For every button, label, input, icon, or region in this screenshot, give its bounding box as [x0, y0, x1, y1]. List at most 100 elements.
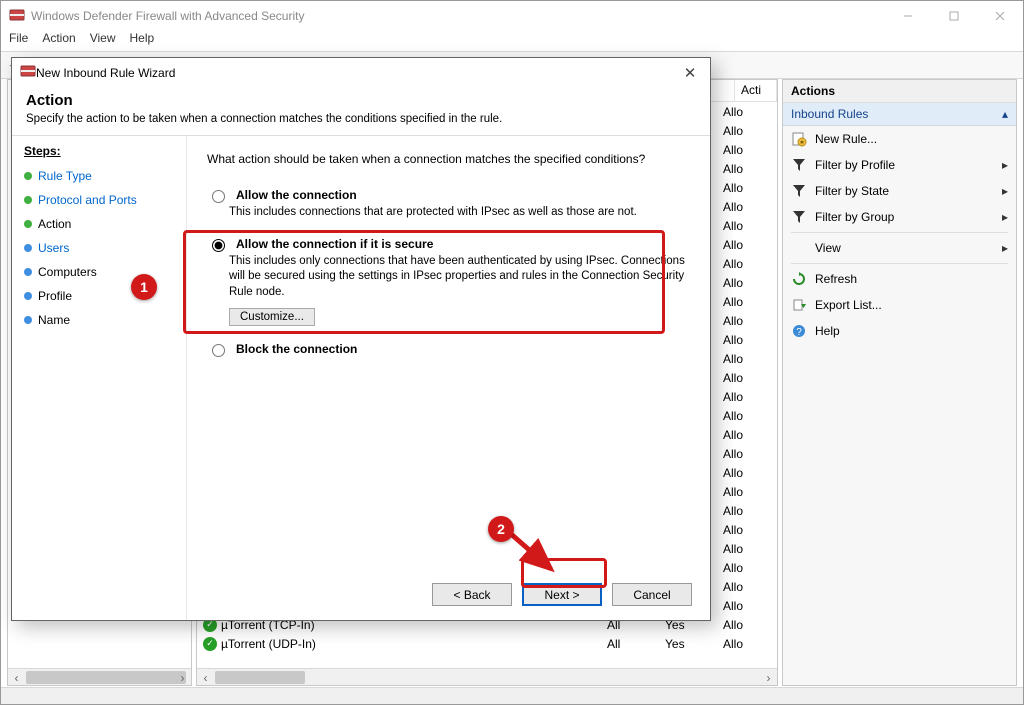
separator: [791, 232, 1008, 233]
cancel-button[interactable]: Cancel: [612, 583, 692, 606]
rule-action: Allo: [719, 599, 777, 613]
customize-button[interactable]: Customize...: [229, 308, 315, 326]
export-icon: [791, 297, 807, 313]
dialog-subheading: Specify the action to be taken when a co…: [26, 113, 696, 125]
firewall-app-icon: [9, 8, 25, 24]
actions-section-label: Inbound Rules: [791, 107, 868, 121]
option-block[interactable]: Block the connection: [207, 342, 690, 357]
action-filter-profile[interactable]: Filter by Profile ▸: [783, 152, 1016, 178]
step-label: Name: [38, 313, 70, 327]
wizard-dialog: New Inbound Rule Wizard ✕ Action Specify…: [11, 57, 711, 621]
action-label: Filter by Profile: [815, 158, 994, 172]
tree-horizontal-scrollbar[interactable]: ‹ ›: [8, 668, 191, 685]
allow-icon: [203, 637, 217, 651]
steps-label: Steps:: [24, 144, 174, 158]
step-label-current: Action: [38, 217, 71, 231]
close-button[interactable]: [977, 1, 1023, 31]
option-desc: This includes connections that are prote…: [229, 205, 690, 221]
menubar: File Action View Help: [1, 31, 1023, 51]
option-allow-secure[interactable]: Allow the connection if it is secure Thi…: [207, 237, 690, 327]
refresh-icon: [791, 271, 807, 287]
submenu-arrow-icon: ▸: [1002, 158, 1008, 172]
rules-horizontal-scrollbar[interactable]: ‹ ›: [197, 668, 777, 685]
menu-file[interactable]: File: [9, 31, 28, 51]
action-label: New Rule...: [815, 132, 877, 146]
scroll-thumb[interactable]: [215, 671, 305, 684]
rule-name: µTorrent (UDP-In): [221, 637, 603, 651]
col-action[interactable]: Acti: [735, 80, 777, 101]
rule-action: Allo: [719, 637, 777, 651]
step-dot-icon: [24, 220, 32, 228]
submenu-arrow-icon: ▸: [1002, 210, 1008, 224]
step-link[interactable]: Protocol and Ports: [38, 193, 137, 207]
maximize-button[interactable]: [931, 1, 977, 31]
step-dot-icon: [24, 196, 32, 204]
action-help[interactable]: ? Help: [783, 318, 1016, 344]
next-button[interactable]: Next >: [522, 583, 602, 606]
option-title: Allow the connection: [236, 188, 357, 202]
statusbar: [1, 687, 1023, 704]
firewall-app-icon: [20, 64, 36, 83]
step-action: Action: [24, 212, 174, 236]
radio-allow[interactable]: [212, 190, 225, 203]
main-titlebar: Windows Defender Firewall with Advanced …: [1, 1, 1023, 31]
action-label: Export List...: [815, 298, 882, 312]
scroll-left-icon[interactable]: ‹: [8, 669, 25, 686]
submenu-arrow-icon: ▸: [1002, 241, 1008, 255]
radio-allow-secure[interactable]: [212, 239, 225, 252]
rule-action: Allo: [719, 618, 777, 632]
submenu-arrow-icon: ▸: [1002, 184, 1008, 198]
step-link[interactable]: Users: [38, 241, 69, 255]
help-icon: ?: [791, 323, 807, 339]
collapse-icon[interactable]: ▴: [1002, 107, 1008, 121]
step-users[interactable]: Users: [24, 236, 174, 260]
dialog-heading: Action: [26, 92, 696, 109]
step-protocol-ports[interactable]: Protocol and Ports: [24, 188, 174, 212]
scroll-thumb[interactable]: [26, 671, 186, 684]
filter-icon: [791, 157, 807, 173]
action-new-rule[interactable]: ✶ New Rule...: [783, 126, 1016, 152]
actions-section-inbound[interactable]: Inbound Rules ▴: [783, 103, 1016, 126]
action-view[interactable]: View ▸: [783, 235, 1016, 261]
step-dot-icon: [24, 268, 32, 276]
rule-enabled: Yes: [661, 637, 719, 651]
action-label: Filter by Group: [815, 210, 994, 224]
action-filter-group[interactable]: Filter by Group ▸: [783, 204, 1016, 230]
menu-action[interactable]: Action: [42, 31, 75, 51]
separator: [791, 263, 1008, 264]
action-filter-state[interactable]: Filter by State ▸: [783, 178, 1016, 204]
annotation-badge-2: 2: [488, 516, 514, 542]
window-title: Windows Defender Firewall with Advanced …: [31, 9, 885, 23]
option-allow[interactable]: Allow the connection This includes conne…: [207, 188, 690, 221]
step-label: Profile: [38, 289, 72, 303]
rule-profile: All: [603, 637, 661, 651]
option-title: Block the connection: [236, 342, 357, 356]
action-export[interactable]: Export List...: [783, 292, 1016, 318]
step-dot-icon: [24, 172, 32, 180]
dialog-close-button[interactable]: ✕: [670, 64, 710, 82]
menu-view[interactable]: View: [90, 31, 116, 51]
action-refresh[interactable]: Refresh: [783, 266, 1016, 292]
minimize-button[interactable]: [885, 1, 931, 31]
rule-row[interactable]: µTorrent (UDP-In)AllYesAllo: [197, 634, 777, 653]
step-rule-type[interactable]: Rule Type: [24, 164, 174, 188]
scroll-right-icon[interactable]: ›: [760, 669, 777, 686]
filter-icon: [791, 209, 807, 225]
dialog-title: New Inbound Rule Wizard: [36, 66, 670, 80]
scroll-left-icon[interactable]: ‹: [197, 669, 214, 686]
menu-help[interactable]: Help: [130, 31, 155, 51]
svg-text:?: ?: [796, 327, 802, 338]
step-dot-icon: [24, 244, 32, 252]
action-label: Filter by State: [815, 184, 994, 198]
filter-icon: [791, 183, 807, 199]
scroll-right-icon[interactable]: ›: [174, 669, 191, 686]
step-dot-icon: [24, 316, 32, 324]
back-button[interactable]: < Back: [432, 583, 512, 606]
svg-text:✶: ✶: [799, 138, 806, 147]
radio-block[interactable]: [212, 344, 225, 357]
step-label: Computers: [38, 265, 97, 279]
action-label: View: [815, 241, 994, 255]
step-link[interactable]: Rule Type: [38, 169, 92, 183]
option-desc: This includes only connections that have…: [229, 254, 690, 301]
action-label: Help: [815, 324, 840, 338]
